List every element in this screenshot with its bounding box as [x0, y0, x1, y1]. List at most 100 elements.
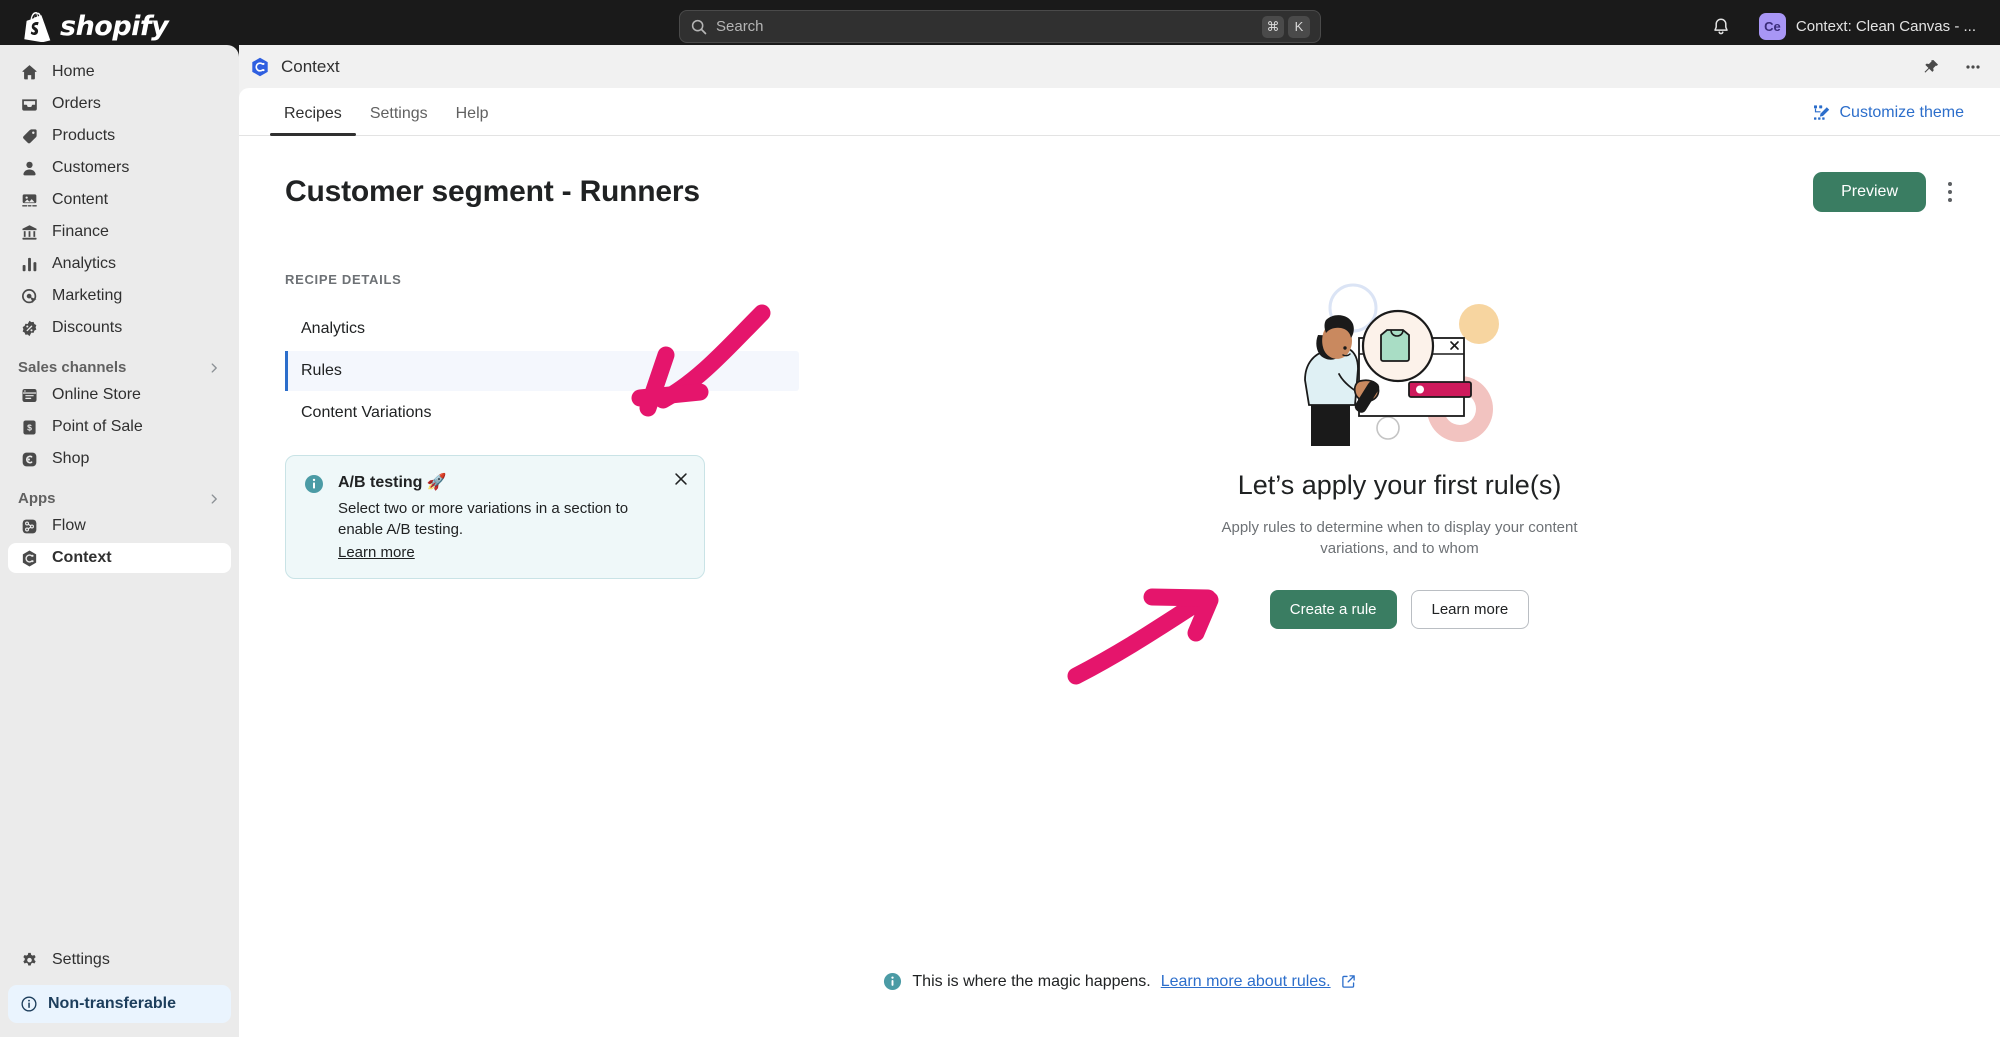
- empty-state-description: Apply rules to determine when to display…: [1205, 517, 1595, 560]
- tab-label: Settings: [370, 105, 428, 122]
- recipe-detail-analytics[interactable]: Analytics: [285, 309, 799, 349]
- sidebar-item-customers[interactable]: Customers: [8, 153, 231, 183]
- page-title-row: Customer segment - Runners Preview: [239, 136, 2000, 212]
- sidebar-item-label: Flow: [52, 517, 86, 535]
- sidebar-item-home[interactable]: Home: [8, 57, 231, 87]
- footer-learn-more-link[interactable]: Learn more about rules.: [1161, 973, 1331, 991]
- sidebar-item-products[interactable]: Products: [8, 121, 231, 151]
- sidebar-item-orders[interactable]: Orders: [8, 89, 231, 119]
- info-circle-icon: [20, 995, 38, 1013]
- recipe-detail-content-variations[interactable]: Content Variations: [285, 393, 799, 433]
- sidebar-item-settings[interactable]: Settings: [8, 945, 231, 975]
- sidebar-item-label: Online Store: [52, 386, 141, 404]
- orders-inbox-icon: [18, 93, 40, 115]
- bell-icon: [1711, 17, 1731, 37]
- point-of-sale-icon: $: [18, 416, 40, 438]
- status-badge[interactable]: Non-transferable: [8, 985, 231, 1023]
- status-badge-label: Non-transferable: [48, 995, 176, 1013]
- create-a-rule-button[interactable]: Create a rule: [1270, 590, 1397, 629]
- sidebar-item-label: Home: [52, 63, 95, 81]
- sidebar-item-point-of-sale[interactable]: $ Point of Sale: [8, 412, 231, 442]
- ab-testing-banner: A/B testing 🚀 Select two or more variati…: [285, 455, 705, 579]
- gear-icon: [18, 949, 40, 971]
- kebab-dot: [1948, 198, 1952, 202]
- page-actions: Preview: [1813, 172, 1962, 212]
- recipe-detail-label: Content Variations: [301, 404, 431, 422]
- preview-button[interactable]: Preview: [1813, 172, 1926, 212]
- search-icon: [690, 18, 708, 36]
- tab-settings[interactable]: Settings: [356, 105, 442, 135]
- ellipsis-horizontal-icon: [1963, 57, 1983, 77]
- product-tag-icon: [18, 125, 40, 147]
- sidebar-item-analytics[interactable]: Analytics: [8, 249, 231, 279]
- tab-recipes[interactable]: Recipes: [270, 105, 356, 135]
- close-x-icon[interactable]: [672, 470, 690, 488]
- page-more-menu-button[interactable]: [1938, 177, 1962, 207]
- sidebar-item-label: Orders: [52, 95, 101, 113]
- sidebar-item-discounts[interactable]: Discounts: [8, 313, 231, 343]
- sidebar-section-sales-channels[interactable]: Sales channels: [18, 359, 221, 376]
- more-options-button[interactable]: [1960, 54, 1986, 80]
- empty-state-heading: Let’s apply your first rule(s): [1238, 470, 1562, 501]
- sidebar-section-label: Sales channels: [18, 359, 126, 376]
- content-image-icon: [18, 189, 40, 211]
- sidebar-item-label: Customers: [52, 159, 129, 177]
- sidebar-item-label: Analytics: [52, 255, 116, 273]
- kebab-dot: [1948, 190, 1952, 194]
- sidebar-item-finance[interactable]: Finance: [8, 217, 231, 247]
- sidebar-item-context[interactable]: Context: [8, 543, 231, 573]
- sidebar-section-label: Apps: [18, 490, 56, 507]
- account-menu[interactable]: Ce Context: Clean Canvas - ...: [1751, 9, 1984, 44]
- shopify-wordmark: shopify: [60, 11, 168, 42]
- flow-icon: [18, 515, 40, 537]
- sidebar-item-label: Marketing: [52, 287, 122, 305]
- sidebar-section-apps[interactable]: Apps: [18, 490, 221, 507]
- sidebar-item-label: Shop: [52, 450, 89, 468]
- online-store-icon: [18, 384, 40, 406]
- main-area: Context Recipes Settings Help: [239, 45, 2000, 1037]
- sidebar-item-label: Discounts: [52, 319, 122, 337]
- page-title: Customer segment - Runners: [285, 175, 700, 209]
- empty-state-actions: Create a rule Learn more: [1270, 590, 1529, 629]
- tab-label: Help: [456, 105, 489, 122]
- app-header-actions: [1918, 54, 1986, 80]
- global-search[interactable]: Search ⌘ K: [679, 10, 1321, 43]
- external-link-icon[interactable]: [1341, 974, 1356, 989]
- shop-icon: [18, 448, 40, 470]
- sidebar-item-online-store[interactable]: Online Store: [8, 380, 231, 410]
- chevron-right-icon: [207, 361, 221, 375]
- sidebar-item-shop[interactable]: Shop: [8, 444, 231, 474]
- customize-theme-label: Customize theme: [1840, 104, 1965, 122]
- ab-testing-banner-text: Select two or more variations in a secti…: [338, 499, 668, 540]
- sidebar: Home Orders Products Customers Content F…: [0, 45, 239, 1037]
- notifications-button[interactable]: [1705, 11, 1737, 43]
- ab-testing-learn-more-link[interactable]: Learn more: [338, 544, 415, 561]
- info-circle-icon: [883, 972, 902, 991]
- search-input[interactable]: Search: [716, 18, 1262, 35]
- customer-person-icon: [18, 157, 40, 179]
- learn-more-button[interactable]: Learn more: [1411, 590, 1530, 629]
- sidebar-item-content[interactable]: Content: [8, 185, 231, 215]
- marketing-target-icon: [18, 285, 40, 307]
- empty-state: Let’s apply your first rule(s) Apply rul…: [799, 272, 2000, 629]
- sidebar-item-flow[interactable]: Flow: [8, 511, 231, 541]
- kbd-cmd: ⌘: [1262, 16, 1284, 38]
- shopify-logo[interactable]: shopify: [24, 11, 168, 42]
- recipe-detail-rules[interactable]: Rules: [285, 351, 799, 391]
- search-shortcut: ⌘ K: [1262, 16, 1310, 38]
- sidebar-item-marketing[interactable]: Marketing: [8, 281, 231, 311]
- sidebar-item-label: Settings: [52, 951, 110, 969]
- sidebar-item-label: Point of Sale: [52, 418, 143, 436]
- recipe-detail-label: Rules: [301, 362, 342, 380]
- recipe-details-label: RECIPE DETAILS: [285, 272, 799, 287]
- recipe-detail-label: Analytics: [301, 320, 365, 338]
- pin-button[interactable]: [1918, 54, 1944, 80]
- finance-bank-icon: [18, 221, 40, 243]
- app-title: Context: [281, 57, 340, 77]
- sidebar-item-label: Content: [52, 191, 108, 209]
- sidebar-item-label: Finance: [52, 223, 109, 241]
- customize-theme-link[interactable]: Customize theme: [1812, 103, 1965, 123]
- ab-testing-banner-body: A/B testing 🚀 Select two or more variati…: [338, 472, 668, 562]
- tab-help[interactable]: Help: [442, 105, 503, 135]
- kebab-vertical-icon: [1948, 182, 1952, 186]
